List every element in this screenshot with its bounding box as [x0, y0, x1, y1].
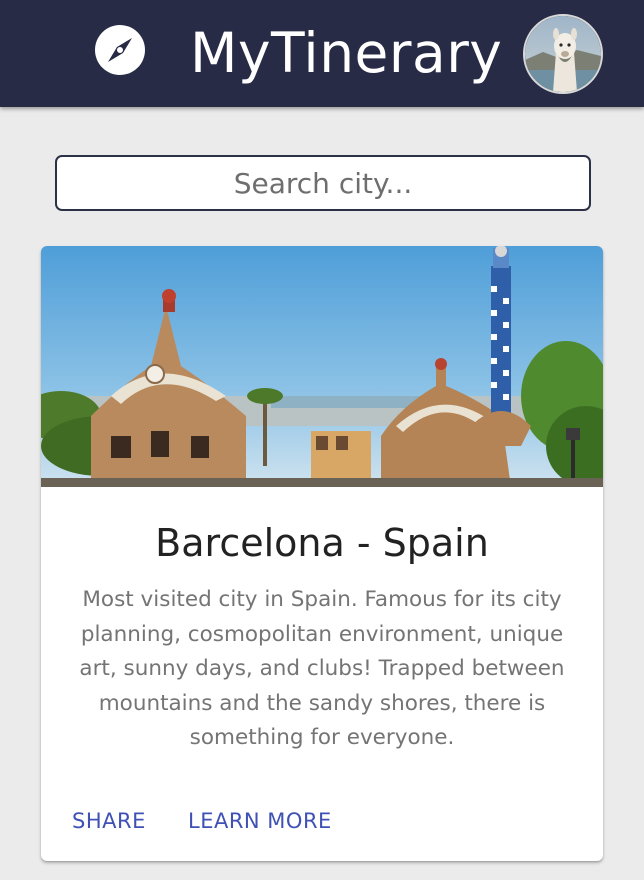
compass-icon[interactable]	[94, 24, 146, 76]
app-bar: MyTinerary	[0, 0, 644, 107]
share-button[interactable]: SHARE	[72, 806, 146, 836]
learn-more-button[interactable]: LEARN MORE	[188, 806, 332, 836]
city-card: Barcelona - Spain Most visited city in S…	[41, 246, 603, 861]
city-image[interactable]	[41, 246, 603, 487]
user-avatar[interactable]	[523, 14, 603, 94]
search-input[interactable]	[55, 155, 591, 211]
city-description: Most visited city in Spain. Famous for i…	[79, 587, 565, 750]
city-title: Barcelona - Spain	[155, 521, 489, 565]
app-title: MyTinerary	[190, 21, 503, 85]
